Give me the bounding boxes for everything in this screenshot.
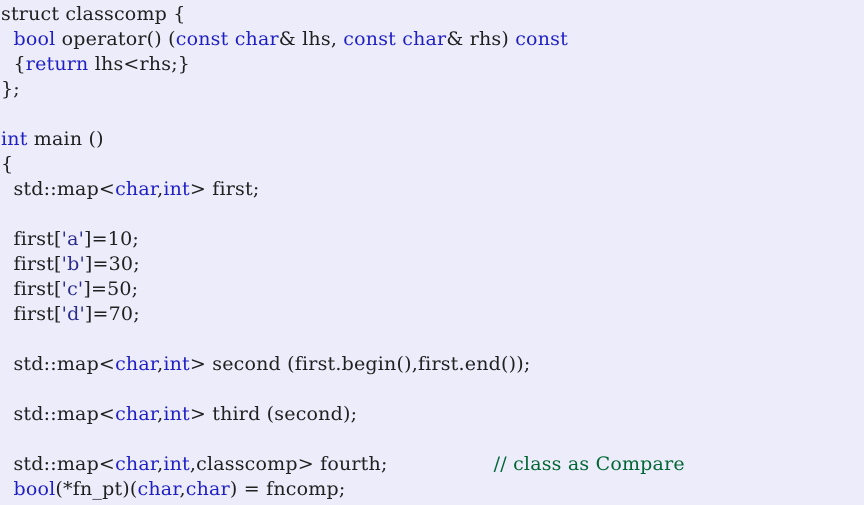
code-token-plain: }; <box>1 78 20 100</box>
code-token-kw: int <box>163 453 190 475</box>
code-token-kw: char <box>115 353 158 375</box>
code-line: first['d']=70; <box>0 302 864 327</box>
code-token-plain: ]=50; <box>83 278 139 300</box>
code-token-cmt: // class as Compare <box>493 453 685 475</box>
code-token-kw: return <box>25 53 89 75</box>
code-token-plain: > first; <box>189 178 260 200</box>
code-token-plain: first[ <box>1 253 62 275</box>
code-text-area[interactable]: struct classcomp { bool operator() (cons… <box>0 2 864 502</box>
code-line: struct classcomp { <box>0 2 864 27</box>
code-line: std::map<char,int> third (second); <box>0 402 864 427</box>
code-line: { <box>0 152 864 177</box>
code-line: std::map<char,int> first; <box>0 177 864 202</box>
code-token-plain: & rhs) <box>446 28 516 50</box>
code-line: first['a']=10; <box>0 227 864 252</box>
code-token-kw: const <box>343 28 396 50</box>
code-token-kw: int <box>1 128 28 150</box>
code-token-plain: (*fn_pt)( <box>55 478 138 500</box>
code-line: first['c']=50; <box>0 277 864 302</box>
code-line: first['b']=30; <box>0 252 864 277</box>
code-token-lit: 'c' <box>61 278 84 300</box>
code-line: std::map<char,int> second (first.begin()… <box>0 352 864 377</box>
code-token-plain: operator() ( <box>55 28 176 50</box>
code-token-plain: ,classcomp> fourth; <box>189 453 388 475</box>
code-token-plain: std::map< <box>1 353 116 375</box>
code-token-plain: { <box>1 153 14 175</box>
code-token-kw: const <box>515 28 568 50</box>
code-line: }; <box>0 77 864 102</box>
code-token-kw: char <box>115 403 158 425</box>
code-token-plain: & lhs, <box>278 28 344 50</box>
code-token-kw: char <box>402 28 447 50</box>
code-token-plain: std::map< <box>1 453 116 475</box>
code-token-plain: ) = fncomp; <box>229 478 346 500</box>
code-token-plain: > second (first.begin(),first.end()); <box>189 353 531 375</box>
code-line: bool operator() (const char& lhs, const … <box>0 27 864 52</box>
code-token-plain: std::map< <box>1 403 116 425</box>
code-token-kw: bool <box>13 478 56 500</box>
code-token-plain: > third (second); <box>189 403 358 425</box>
code-token-kw: char <box>137 478 180 500</box>
code-token-plain: first[ <box>1 303 62 325</box>
code-token-plain: std::map< <box>1 178 116 200</box>
code-line: std::map<char,int,classcomp> fourth; // … <box>0 452 864 477</box>
code-token-plain: ]=70; <box>84 303 140 325</box>
code-token-plain: main () <box>27 128 104 150</box>
code-token-kw: int <box>163 178 190 200</box>
code-line: {return lhs<rhs;} <box>0 52 864 77</box>
code-token-kw: char <box>115 453 158 475</box>
code-token-plain: first[ <box>1 278 62 300</box>
code-viewer[interactable]: struct classcomp { bool operator() (cons… <box>0 0 864 505</box>
code-token-kw: bool <box>13 28 56 50</box>
code-token-plain: ]=10; <box>84 228 139 250</box>
code-token-plain: first[ <box>1 228 62 250</box>
code-token-plain: lhs<rhs;} <box>88 53 191 75</box>
code-line: bool(*fn_pt)(char,char) = fncomp; <box>0 477 864 502</box>
code-token-kw: int <box>163 353 190 375</box>
code-token-kw: int <box>163 403 190 425</box>
code-token-plain: { <box>1 53 26 75</box>
code-token-lit: 'd' <box>61 303 85 325</box>
code-token-plain: ]=30; <box>84 253 140 275</box>
code-token-kw: const <box>175 28 229 50</box>
code-token-kw: char <box>234 28 279 50</box>
code-token-kw: char <box>115 178 158 200</box>
code-token-lit: 'b' <box>61 253 85 275</box>
code-line: int main () <box>0 127 864 152</box>
code-token-plain: struct classcomp { <box>1 3 186 25</box>
code-token-kw: char <box>185 478 230 500</box>
code-token-lit: 'a' <box>61 228 85 250</box>
